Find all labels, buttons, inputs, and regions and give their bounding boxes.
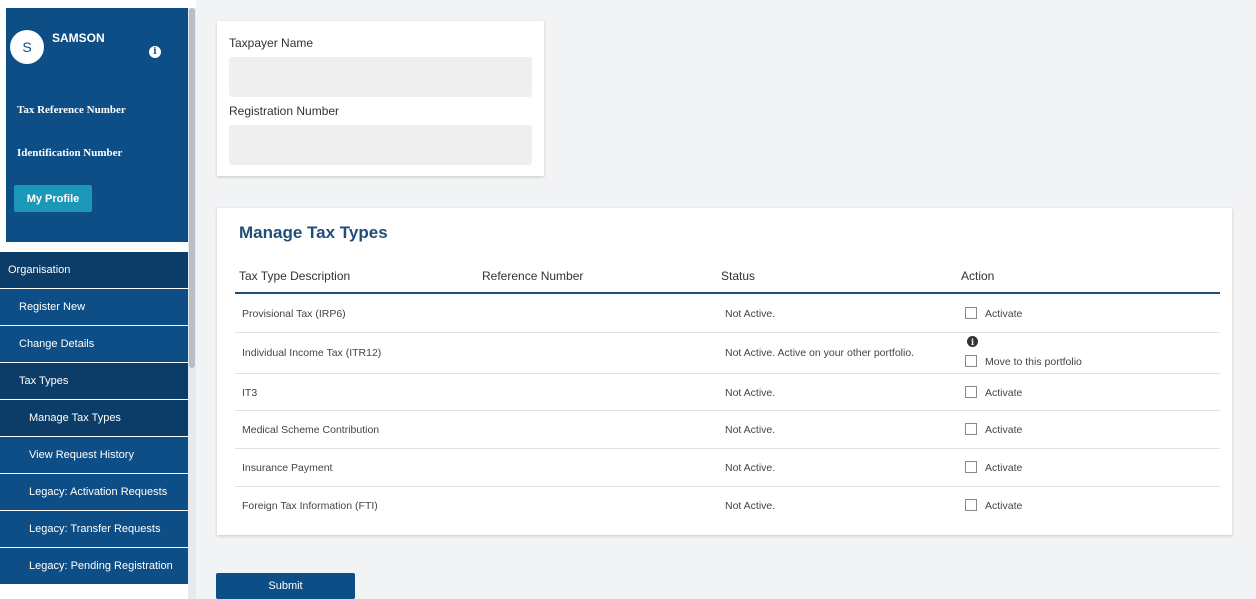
registration-number-label: Registration Number <box>229 104 340 118</box>
sidebar-nav: Organisation Register New Change Details… <box>0 252 188 585</box>
activate-checkbox[interactable] <box>965 461 977 473</box>
sidebar-item-legacy-pending[interactable]: Legacy: Pending Registration <box>0 548 188 585</box>
row-status: Not Active. <box>725 500 776 512</box>
column-header-reference: Reference Number <box>482 269 584 283</box>
activate-label[interactable]: Activate <box>985 500 1022 512</box>
activate-checkbox[interactable] <box>965 386 977 398</box>
row-description: IT3 <box>242 387 258 399</box>
registration-number-field[interactable] <box>229 125 532 165</box>
sidebar-item-legacy-transfer[interactable]: Legacy: Transfer Requests <box>0 511 188 548</box>
taxpayer-name-field[interactable] <box>229 57 532 97</box>
row-status: Not Active. <box>725 462 776 474</box>
table-row: Foreign Tax Information (FTI) Not Active… <box>235 487 1220 525</box>
activate-label[interactable]: Activate <box>985 424 1022 436</box>
move-portfolio-label[interactable]: Move to this portfolio <box>985 356 1082 368</box>
taxpayer-card: Taxpayer Name Registration Number <box>217 21 544 176</box>
section-title: Manage Tax Types <box>239 223 388 242</box>
activate-checkbox[interactable] <box>965 423 977 435</box>
sidebar-item-change-details[interactable]: Change Details <box>0 326 188 363</box>
table-row: IT3 Not Active. Activate <box>235 374 1220 411</box>
info-icon[interactable]: i <box>149 46 161 58</box>
activate-checkbox[interactable] <box>965 307 977 319</box>
row-description: Individual Income Tax (ITR12) <box>242 347 382 359</box>
sidebar-item-manage-tax-types[interactable]: Manage Tax Types <box>0 400 188 437</box>
sidebar-scroll-thumb[interactable] <box>189 8 195 368</box>
table-row: Provisional Tax (IRP6) Not Active. Activ… <box>235 294 1220 333</box>
row-description: Foreign Tax Information (FTI) <box>242 500 378 512</box>
submit-button[interactable]: Submit <box>216 573 355 599</box>
row-status: Not Active. <box>725 387 776 399</box>
profile-panel: S SAMSON i Tax Reference Number Identifi… <box>6 8 188 242</box>
row-status: Not Active. <box>725 424 776 436</box>
avatar: S <box>10 30 44 64</box>
sidebar-item-register-new[interactable]: Register New <box>0 289 188 326</box>
activate-label[interactable]: Activate <box>985 308 1022 320</box>
my-profile-button[interactable]: My Profile <box>14 185 92 212</box>
row-status: Not Active. <box>725 308 776 320</box>
row-description: Provisional Tax (IRP6) <box>242 308 346 320</box>
taxpayer-name-label: Taxpayer Name <box>229 36 314 50</box>
column-header-status: Status <box>721 269 756 283</box>
column-header-description: Tax Type Description <box>239 269 351 283</box>
user-name: SAMSON <box>52 31 105 45</box>
row-description: Insurance Payment <box>242 462 333 474</box>
identification-label: Identification Number <box>17 147 123 159</box>
manage-tax-types-card: Manage Tax Types Tax Type Description Re… <box>217 208 1232 535</box>
sidebar-item-view-request-history[interactable]: View Request History <box>0 437 188 474</box>
table-row: Insurance Payment Not Active. Activate <box>235 449 1220 487</box>
table-row: Medical Scheme Contribution Not Active. … <box>235 411 1220 449</box>
sidebar: S SAMSON i Tax Reference Number Identifi… <box>0 0 196 599</box>
row-status: Not Active. Active on your other portfol… <box>725 347 915 359</box>
move-portfolio-checkbox[interactable] <box>965 355 977 367</box>
tax-reference-label: Tax Reference Number <box>17 104 126 116</box>
row-description: Medical Scheme Contribution <box>242 424 380 436</box>
info-icon[interactable]: i <box>967 336 978 347</box>
sidebar-item-tax-types[interactable]: Tax Types <box>0 363 188 400</box>
sidebar-item-organisation[interactable]: Organisation <box>0 252 188 289</box>
column-header-action: Action <box>961 269 995 283</box>
activate-label[interactable]: Activate <box>985 387 1022 399</box>
sidebar-item-legacy-activation[interactable]: Legacy: Activation Requests <box>0 474 188 511</box>
table-row: Individual Income Tax (ITR12) Not Active… <box>235 333 1220 374</box>
activate-label[interactable]: Activate <box>985 462 1022 474</box>
activate-checkbox[interactable] <box>965 499 977 511</box>
